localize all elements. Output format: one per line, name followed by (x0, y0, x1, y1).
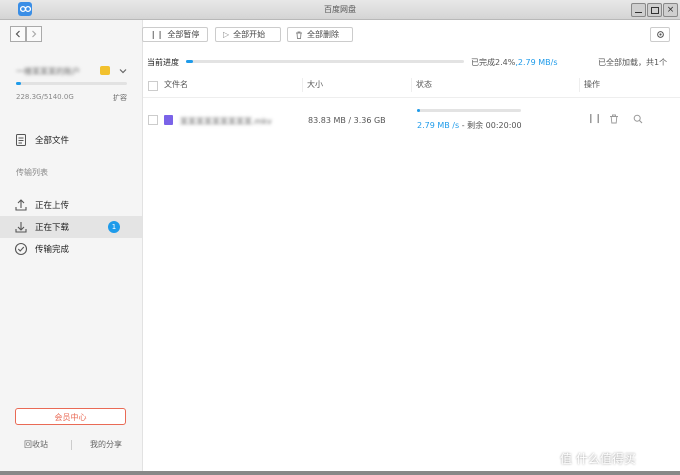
window-title: 百度网盘 (324, 5, 356, 14)
column-header-size[interactable]: 大小 (307, 79, 323, 93)
back-button[interactable] (10, 26, 26, 42)
watermark: 值 什么值得买 (560, 450, 636, 467)
start-all-label: 全部开始 (233, 30, 266, 39)
column-header-name[interactable]: 文件名 (164, 79, 188, 93)
column-header-action: 操作 (584, 80, 600, 89)
search-icon[interactable] (633, 114, 643, 124)
transfer-section-label: 传输列表 (16, 168, 48, 177)
progress-speed: ,2.79 MB/s (515, 58, 558, 67)
recycle-bin-link[interactable]: 回收站 (24, 439, 48, 450)
play-icon: ▷ (223, 30, 230, 39)
chevron-down-icon[interactable] (119, 67, 127, 75)
file-name: 某某某某某某某某某.mkv (180, 117, 272, 126)
file-icon (16, 134, 26, 146)
delete-all-button[interactable]: 全部删除 (287, 27, 353, 42)
minimize-button[interactable] (631, 3, 646, 17)
delete-all-label: 全部删除 (307, 30, 339, 39)
loaded-count-text: 已全部加载，共1个 (598, 58, 668, 67)
chevron-left-icon (15, 30, 20, 38)
check-circle-icon (14, 242, 28, 256)
expand-link[interactable]: 扩容 (113, 93, 127, 103)
download-icon (15, 222, 27, 233)
overall-progress-fill (186, 60, 193, 63)
select-all-checkbox[interactable] (148, 81, 158, 91)
maximize-button[interactable] (647, 3, 662, 17)
close-button[interactable]: × (663, 3, 678, 17)
column-divider (302, 78, 303, 92)
pause-icon: ❙❙ (150, 30, 164, 39)
column-header-status[interactable]: 状态 (416, 79, 432, 93)
watermark-text: 值 什么值得买 (560, 452, 636, 466)
storage-bar-fill (16, 82, 21, 85)
my-share-link[interactable]: 我的分享 (90, 439, 122, 450)
table-row[interactable]: 某某某某某某某某某.mkv 83.83 MB / 3.36 GB 2.79 MB… (143, 100, 680, 140)
overall-progress-bar (186, 60, 464, 63)
pause-all-button[interactable]: ❙❙ 全部暂停 (142, 27, 208, 42)
vip-badge-icon (100, 66, 110, 75)
row-remaining: - 剩余 00:20:00 (461, 121, 522, 130)
pause-icon[interactable]: ❙❙ (587, 114, 602, 124)
row-checkbox[interactable] (148, 115, 158, 125)
sidebar-item-label: 正在上传 (35, 201, 70, 211)
table-header-divider (143, 97, 680, 98)
settings-button[interactable] (650, 27, 670, 42)
trash-icon (296, 31, 302, 39)
sidebar-item-label: 正在下载 (35, 223, 70, 233)
forward-button[interactable] (26, 26, 42, 42)
chevron-right-icon (32, 30, 37, 38)
progress-percent: 已完成2.4% (471, 58, 516, 67)
row-progress-bar (417, 109, 521, 112)
sidebar-item-downloading[interactable]: 正在下载 1 (0, 216, 142, 238)
row-status: 2.79 MB /s - 剩余 00:20:00 (417, 120, 522, 131)
account-name[interactable]: 一楼某某某的账户 (16, 66, 80, 77)
file-size: 83.83 MB / 3.36 GB (308, 116, 386, 125)
divider (71, 440, 72, 450)
window-bottom-border (0, 471, 680, 475)
row-speed: 2.79 MB /s (417, 121, 460, 130)
sidebar-item-all-files[interactable]: 全部文件 (0, 129, 142, 151)
vip-center-button[interactable]: 会员中心 (15, 408, 126, 425)
trash-icon[interactable] (609, 114, 619, 124)
sidebar-item-completed[interactable]: 传输完成 (0, 238, 142, 260)
sidebar-item-label: 全部文件 (35, 136, 70, 146)
pause-all-label: 全部暂停 (167, 30, 200, 39)
sidebar-item-label: 传输完成 (35, 245, 70, 255)
storage-bar (16, 82, 127, 85)
progress-done-text: 已完成2.4%,2.79 MB/s (471, 57, 557, 68)
sidebar-item-uploading[interactable]: 正在上传 (0, 194, 142, 216)
start-all-button[interactable]: ▷ 全部开始 (215, 27, 281, 42)
progress-label: 当前进度 (147, 58, 179, 67)
column-divider (579, 78, 580, 92)
gear-icon (656, 31, 664, 38)
row-progress-fill (417, 109, 420, 112)
download-count-badge: 1 (108, 221, 120, 233)
video-file-icon (164, 115, 173, 125)
column-divider (411, 78, 412, 92)
storage-text: 228.3G/5140.0G (16, 93, 74, 101)
upload-icon (15, 199, 27, 211)
